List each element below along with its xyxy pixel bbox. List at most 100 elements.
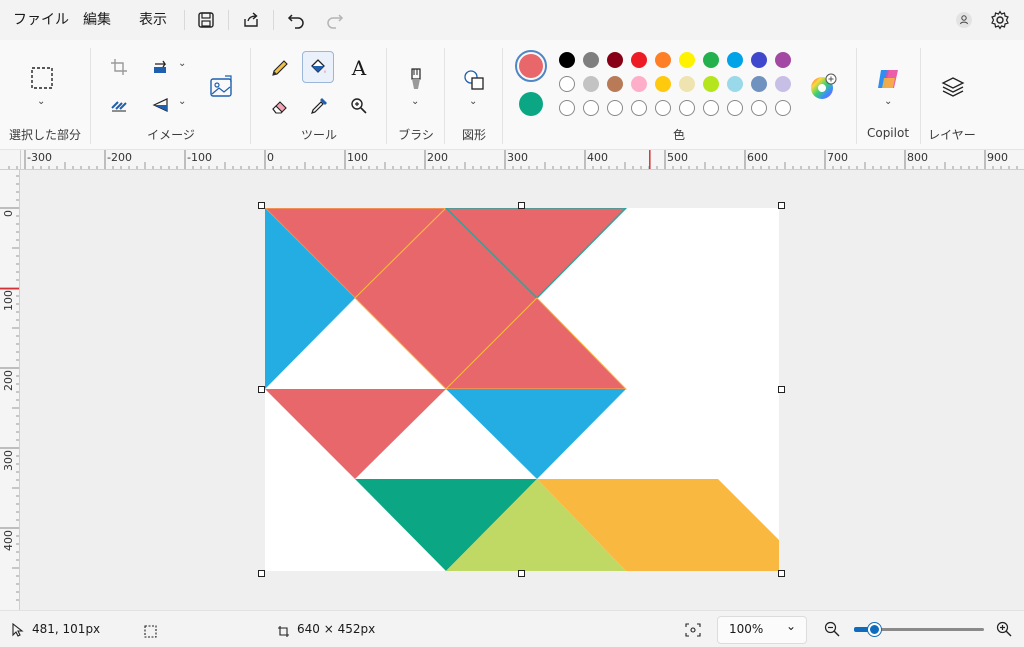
custom-color-slot[interactable] (631, 100, 647, 116)
palette-color-swatch[interactable] (727, 52, 743, 68)
chevron-down-icon[interactable]: ⌄ (411, 96, 419, 107)
share-icon[interactable] (239, 8, 263, 32)
palette-color-swatch[interactable] (655, 76, 671, 92)
zoom-dropdown[interactable]: 100% ⌄ (717, 616, 807, 644)
palette-color-swatch[interactable] (631, 52, 647, 68)
rotate-icon[interactable] (150, 56, 172, 78)
palette-color-swatch[interactable] (679, 76, 695, 92)
primary-color-ring[interactable] (515, 50, 547, 82)
resize-handle-top[interactable] (518, 202, 525, 209)
canvas-size-icon (277, 623, 290, 642)
resize-handle-left[interactable] (258, 386, 265, 393)
menu-view[interactable]: 表示 (139, 8, 167, 32)
resize-icon[interactable] (108, 94, 130, 116)
menu-divider (273, 10, 274, 30)
eraser-icon[interactable] (266, 92, 294, 120)
account-icon[interactable] (952, 8, 976, 32)
ruler-label: -200 (107, 151, 132, 164)
palette-color-swatch[interactable] (679, 52, 695, 68)
redo-icon[interactable] (323, 8, 347, 32)
menu-edit[interactable]: 編集 (83, 8, 111, 32)
vertical-ruler: 0 100 200 300 400 (0, 170, 20, 610)
palette-color-swatch[interactable] (751, 52, 767, 68)
resize-handle-bottom[interactable] (518, 570, 525, 577)
shape-blue-triangle-middle (446, 389, 626, 479)
palette-color-swatch[interactable] (583, 76, 599, 92)
group-label-shapes: 図形 (461, 128, 486, 142)
palette-color-swatch[interactable] (631, 76, 647, 92)
crop-icon[interactable] (108, 56, 130, 78)
palette-color-swatch[interactable] (607, 76, 623, 92)
custom-color-slot[interactable] (703, 100, 719, 116)
custom-color-slot[interactable] (607, 100, 623, 116)
chevron-down-icon[interactable]: ⌄ (884, 96, 892, 107)
palette-color-swatch[interactable] (727, 76, 743, 92)
resize-handle-top-left[interactable] (258, 202, 265, 209)
ruler-label: 100 (2, 290, 15, 311)
fit-to-window-icon[interactable] (685, 622, 701, 641)
chevron-down-icon[interactable]: ⌄ (469, 96, 477, 107)
custom-color-slot[interactable] (559, 100, 575, 116)
shape-red-triangle-lower-left (265, 389, 446, 479)
color-picker-icon[interactable] (305, 92, 333, 120)
pencil-icon[interactable] (266, 54, 294, 82)
tangram-drawing (263, 207, 779, 571)
custom-color-slot[interactable] (679, 100, 695, 116)
chevron-down-icon[interactable]: ⌄ (37, 96, 45, 107)
selection-icon[interactable] (28, 64, 56, 92)
chevron-down-icon[interactable]: ⌄ (178, 58, 186, 69)
resize-handle-right[interactable] (778, 386, 785, 393)
resize-handle-bottom-right[interactable] (778, 570, 785, 577)
custom-color-slot[interactable] (775, 100, 791, 116)
group-label-brush: ブラシ (398, 128, 434, 142)
settings-icon[interactable] (988, 8, 1012, 32)
zoom-in-icon[interactable] (996, 621, 1012, 641)
ruler-label: 200 (427, 151, 448, 164)
ruler-label: 900 (987, 151, 1008, 164)
palette-color-swatch[interactable] (655, 52, 671, 68)
flip-icon[interactable] (150, 94, 172, 116)
custom-color-slot[interactable] (751, 100, 767, 116)
menu-divider (228, 10, 229, 30)
group-label-selection: 選択した部分 (8, 128, 81, 142)
shapes-icon[interactable] (460, 66, 488, 94)
save-icon[interactable] (194, 8, 218, 32)
text-tool[interactable]: A (345, 54, 373, 82)
menu-file[interactable]: ファイル (13, 8, 69, 32)
palette-color-swatch[interactable] (559, 76, 575, 92)
group-label-tools: ツール (300, 128, 337, 142)
palette-color-swatch[interactable] (703, 52, 719, 68)
edit-colors-icon[interactable] (808, 72, 838, 102)
resize-handle-bottom-left[interactable] (258, 570, 265, 577)
palette-color-swatch[interactable] (607, 52, 623, 68)
group-label-color: 色 (672, 128, 685, 142)
resize-handle-top-right[interactable] (778, 202, 785, 209)
brush-icon[interactable] (402, 64, 430, 94)
chevron-down-icon[interactable]: ⌄ (178, 96, 186, 107)
palette-color-swatch[interactable] (751, 76, 767, 92)
undo-icon[interactable] (284, 8, 308, 32)
magnifier-icon[interactable] (345, 92, 373, 120)
group-label-copilot: Copilot (866, 126, 910, 140)
custom-color-slot[interactable] (655, 100, 671, 116)
zoom-out-icon[interactable] (824, 621, 840, 641)
palette-color-swatch[interactable] (583, 52, 599, 68)
group-label-layers: レイヤー (928, 128, 976, 142)
ruler-label: 700 (827, 151, 848, 164)
drawing-canvas[interactable] (263, 207, 779, 571)
canvas-size: 640 × 452px (297, 622, 376, 636)
palette-color-swatch[interactable] (775, 76, 791, 92)
ruler-label: -300 (27, 151, 52, 164)
palette-color-swatch[interactable] (775, 52, 791, 68)
status-bar: 481, 101px 640 × 452px 100% ⌄ (0, 610, 1024, 647)
custom-color-slot[interactable] (583, 100, 599, 116)
layers-icon[interactable] (938, 72, 968, 102)
palette-color-swatch[interactable] (559, 52, 575, 68)
copilot-icon[interactable] (873, 64, 903, 94)
secondary-color-swatch[interactable] (519, 92, 543, 116)
fill-bucket-icon[interactable] (302, 51, 334, 83)
image-generator-icon[interactable] (206, 72, 236, 102)
palette-color-swatch[interactable] (703, 76, 719, 92)
custom-color-slot[interactable] (727, 100, 743, 116)
zoom-slider-thumb[interactable] (868, 623, 881, 636)
